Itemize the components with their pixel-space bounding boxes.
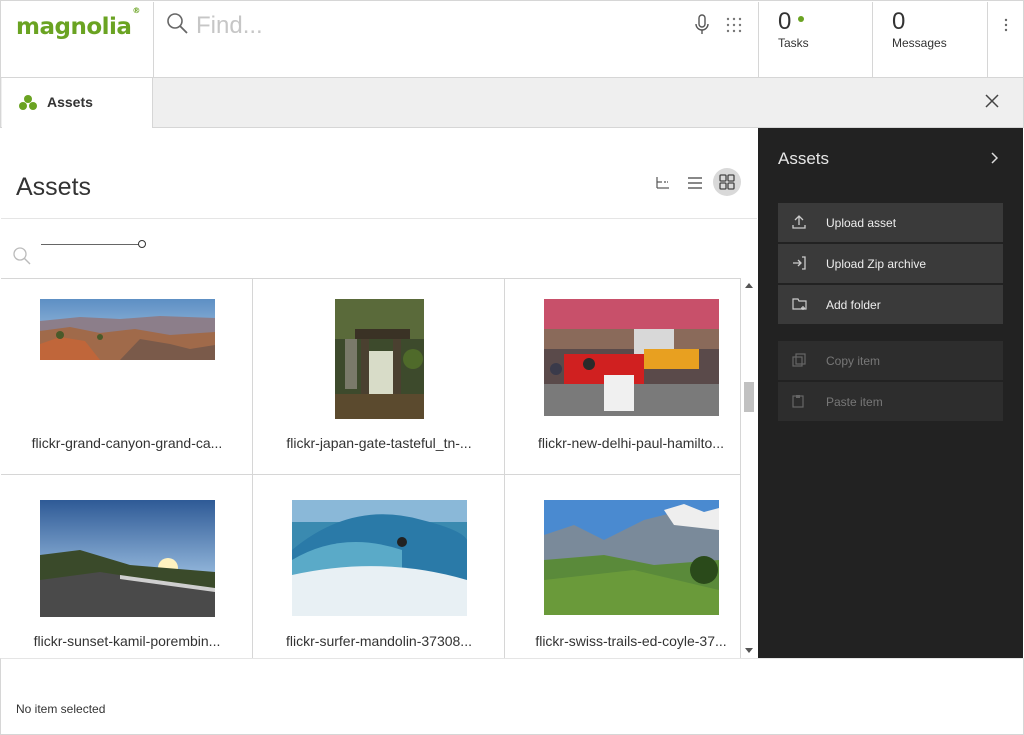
upload-zip-archive-button[interactable]: Upload Zip archive [778, 244, 1003, 283]
thumbnail-view-button[interactable] [713, 168, 741, 196]
more-menu-button[interactable] [987, 2, 1024, 78]
asset-name: flickr-grand-canyon-grand-ca... [31, 435, 223, 451]
add-folder-icon [792, 298, 807, 310]
asset-name: flickr-japan-gate-tasteful_tn-... [286, 435, 472, 451]
thumbnail-view-icon [719, 174, 735, 190]
tasks-label: Tasks [778, 36, 809, 50]
tab-assets[interactable]: Assets [2, 78, 153, 128]
thumbnail-size-slider[interactable] [41, 244, 141, 245]
add-folder-button[interactable]: Add folder [778, 285, 1003, 324]
panel-title: Assets [778, 149, 830, 168]
tasks-count: 0 [778, 8, 792, 35]
asset-name: flickr-sunset-kamil-porembin... [33, 633, 221, 649]
close-icon[interactable] [985, 94, 999, 108]
tree-view-icon[interactable] [655, 176, 671, 190]
search-icon [13, 247, 31, 265]
paste-icon [792, 395, 804, 408]
tab-label: Assets [47, 94, 93, 110]
upload-asset-button[interactable]: Upload asset [778, 203, 1003, 242]
messages-count: 0 [892, 8, 906, 35]
tasks-button[interactable]: 0 Tasks [758, 2, 873, 78]
selection-status: No item selected [16, 702, 106, 716]
tasks-indicator [798, 16, 804, 22]
upload-icon [792, 215, 806, 229]
messages-label: Messages [892, 36, 947, 50]
assets-app-icon [19, 95, 37, 110]
copy-icon [792, 353, 806, 367]
asset-thumbnail-image [544, 500, 719, 615]
action-panel: Assets Upload asset Upload Zip archive A… [758, 128, 1023, 658]
status-bar: No item selected [0, 658, 1024, 735]
logo-area[interactable]: magnolia® [2, 2, 154, 78]
app-launcher-icon[interactable] [725, 16, 743, 34]
tab-bar: Assets [0, 78, 1024, 128]
asset-tile[interactable]: flickr-surfer-mandolin-37308... [253, 475, 505, 658]
microphone-icon[interactable] [694, 14, 710, 36]
asset-tile[interactable]: flickr-swiss-trails-ed-coyle-37... [505, 475, 741, 658]
paste-item-button[interactable]: Paste item [778, 382, 1003, 421]
vertical-scrollbar[interactable] [742, 278, 757, 658]
more-vertical-icon [1004, 18, 1008, 32]
asset-tile[interactable]: flickr-grand-canyon-grand-ca... [1, 279, 253, 475]
slider-handle[interactable] [138, 240, 146, 248]
magnolia-logo[interactable]: magnolia® [16, 6, 140, 40]
asset-name: flickr-surfer-mandolin-37308... [286, 633, 472, 649]
asset-thumbnail-image [335, 299, 424, 419]
messages-button[interactable]: 0 Messages [872, 2, 987, 78]
chevron-right-icon[interactable] [990, 152, 998, 164]
find-input[interactable]: Find... [196, 12, 263, 40]
filter-bar [1, 218, 757, 278]
asset-tile[interactable]: flickr-sunset-kamil-porembin... [1, 475, 253, 658]
scroll-thumb[interactable] [744, 382, 754, 412]
copy-item-button[interactable]: Copy item [778, 341, 1003, 380]
scroll-down-arrow-icon[interactable] [745, 648, 753, 653]
page-title: Assets [16, 173, 92, 201]
asset-thumbnail-image [40, 299, 215, 360]
top-bar: magnolia® Find... 0 Tasks 0 Messages [0, 0, 1024, 78]
list-view-icon[interactable] [687, 176, 703, 190]
asset-thumbnail-image [544, 299, 719, 416]
asset-thumbnail-image [40, 500, 215, 617]
import-icon [793, 256, 806, 270]
asset-tile[interactable]: flickr-japan-gate-tasteful_tn-... [253, 279, 505, 475]
asset-tile[interactable]: flickr-new-delhi-paul-hamilto... [505, 279, 741, 475]
asset-grid: flickr-grand-canyon-grand-ca... flickr-j… [1, 278, 741, 658]
find-bar[interactable]: Find... [154, 2, 758, 78]
asset-name: flickr-new-delhi-paul-hamilto... [538, 435, 724, 451]
browser-area: Assets flickr-grand-canyon-grand-ca... f… [1, 128, 757, 658]
asset-thumbnail-image [292, 500, 467, 616]
search-icon [167, 13, 188, 34]
scroll-up-arrow-icon[interactable] [745, 283, 753, 288]
asset-name: flickr-swiss-trails-ed-coyle-37... [535, 633, 727, 649]
